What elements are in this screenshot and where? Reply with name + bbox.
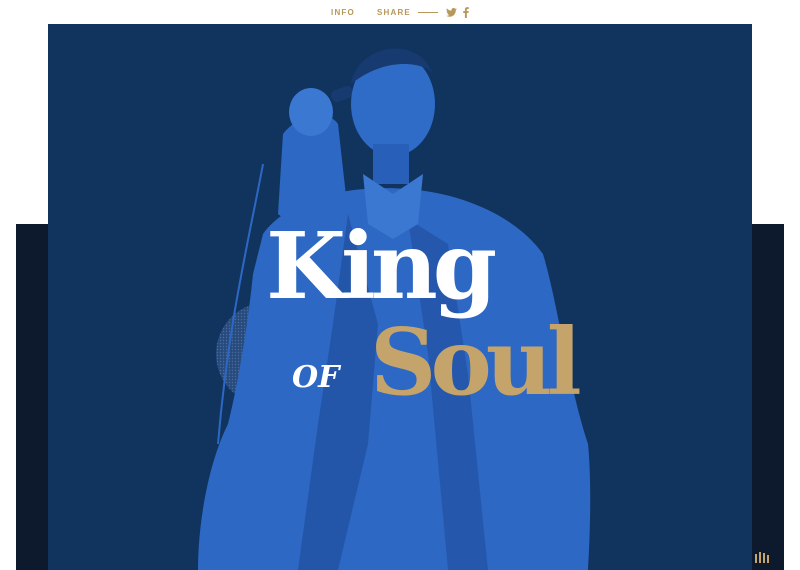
top-nav: INFO SHARE [0, 0, 800, 24]
title-king: King [266, 212, 497, 320]
title-soul: Soul [370, 308, 582, 416]
info-link[interactable]: INFO [331, 8, 355, 17]
hero-section: King OF Soul [48, 24, 752, 570]
menu-bars-icon[interactable] [754, 550, 770, 564]
title-of: OF [292, 360, 340, 395]
share-link[interactable]: SHARE [377, 8, 411, 17]
facebook-icon[interactable] [463, 6, 469, 18]
twitter-icon[interactable] [446, 7, 457, 17]
share-divider [417, 11, 438, 13]
